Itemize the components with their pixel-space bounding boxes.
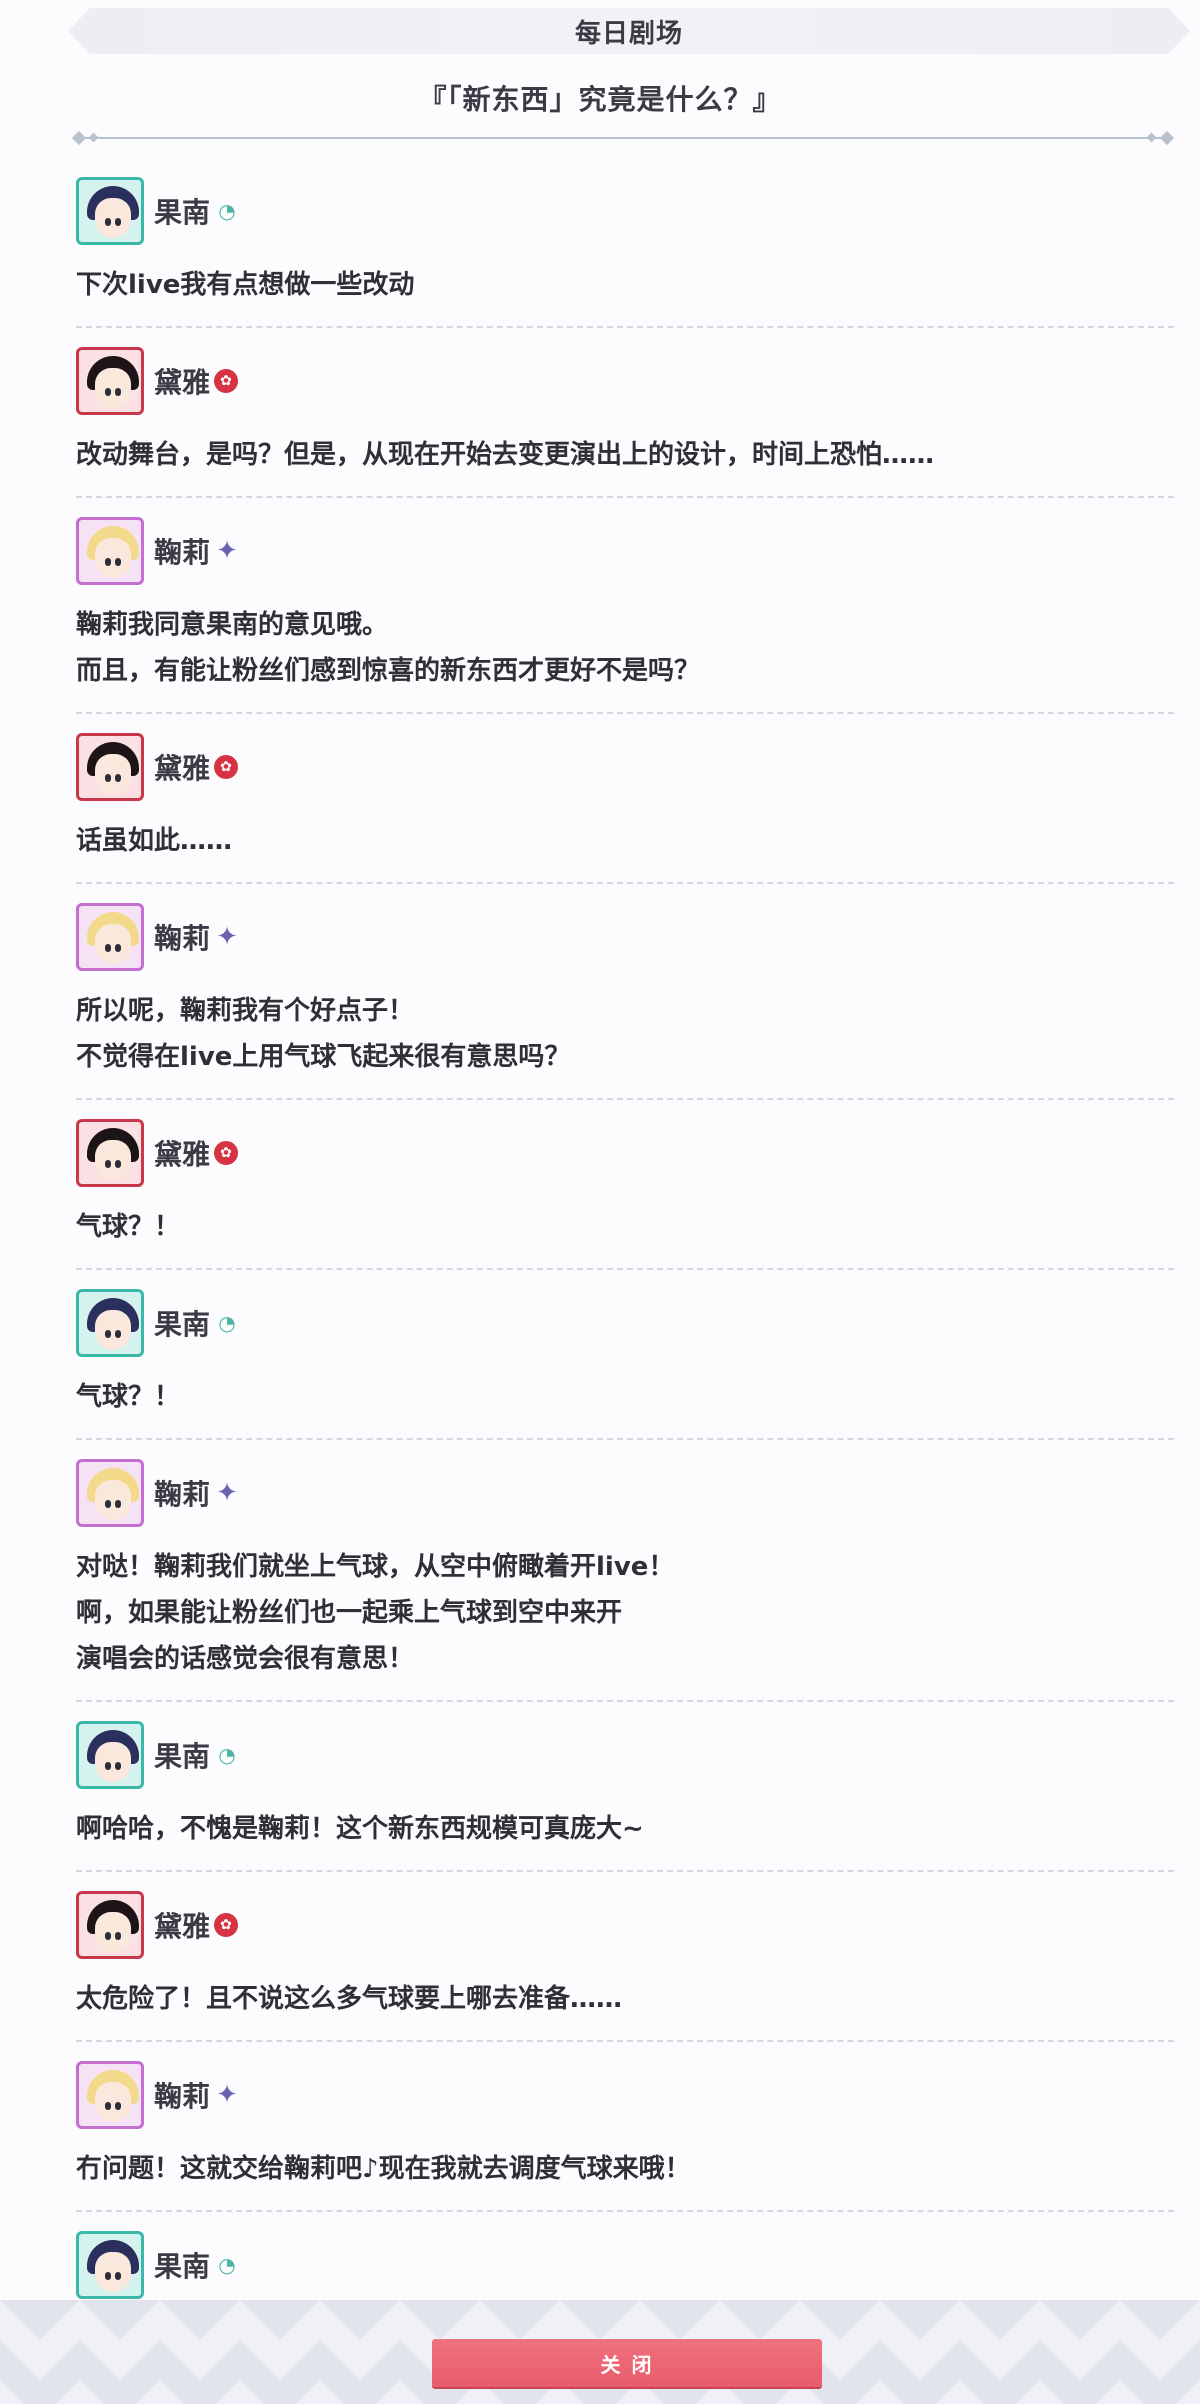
speaker-name: 黛雅 xyxy=(154,752,211,785)
speaker-name: 果南 xyxy=(154,1740,211,1773)
dialogue-line: 啊哈哈，不愧是鞠莉！这个新东西规模可真庞大~ xyxy=(76,1814,644,1844)
speaker-name: 果南 xyxy=(154,1308,211,1341)
divider xyxy=(76,137,1172,139)
dialogue-entry: 果南 ◔ 气球？！ xyxy=(76,1284,1174,1440)
dialogue-line: 太危险了！且不说这么多气球要上哪去准备…… xyxy=(76,1984,623,2014)
dialogue-line: 气球？！ xyxy=(76,1212,181,1242)
speaker-row: 黛雅 ✿ xyxy=(76,1886,1174,1964)
dialogue-text: 话虽如此…… xyxy=(76,818,1174,882)
speaker-row: 鞠莉 ✦ xyxy=(76,898,1174,976)
dialogue-list[interactable]: 果南 ◔ 下次live我有点想做一些改动 黛雅 ✿ 改动舞台，是吗？但是，从现在开始去变更… xyxy=(76,172,1174,2382)
dialogue-text: 冇问题！这就交给鞠莉吧♪现在我就去调度气球来哦！ xyxy=(76,2146,1174,2210)
episode-title: 『「新东西」究竟是什么？』 xyxy=(418,83,782,116)
dialogue-entry: 果南 ◔ 下次live我有点想做一些改动 xyxy=(76,172,1174,328)
dialogue-line: 不觉得在live上用气球飞起来很有意思吗？ xyxy=(76,1042,571,1072)
divider-ornament-icon xyxy=(1146,132,1157,143)
speaker-name: 黛雅 xyxy=(154,1910,211,1943)
divider-ornament-icon xyxy=(71,130,87,146)
camellia-icon: ✿ xyxy=(214,1913,239,1937)
speaker-row: 黛雅 ✿ xyxy=(76,728,1174,806)
dialogue-entry: 黛雅 ✿ 话虽如此…… xyxy=(76,728,1174,884)
speaker-row: 黛雅 ✿ xyxy=(76,342,1174,420)
dialogue-entry: 黛雅 ✿ 气球？！ xyxy=(76,1114,1174,1270)
dialogue-text: 所以呢，鞠莉我有个好点子！ 不觉得在live上用气球飞起来很有意思吗？ xyxy=(76,988,1174,1098)
camellia-icon: ✿ xyxy=(214,1141,239,1165)
dialogue-line: 改动舞台，是吗？但是，从现在开始去变更演出上的设计，时间上恐怕…… xyxy=(76,440,935,470)
sparkle-icon: ✦ xyxy=(216,536,238,566)
speaker-row: 果南 ◔ xyxy=(76,2226,1174,2304)
dialogue-text: 太危险了！且不说这么多气球要上哪去准备…… xyxy=(76,1976,1174,2040)
header-bar: 每日剧场 xyxy=(68,8,1190,54)
speaker-row: 果南 ◔ xyxy=(76,172,1174,250)
dialogue-line: 啊，如果能让粉丝们也一起乘上气球到空中来开 xyxy=(76,1598,623,1628)
dialogue-line: 而且，有能让粉丝们感到惊喜的新东西才更好不是吗？ xyxy=(76,656,701,686)
avatar-mari xyxy=(76,903,144,971)
speaker-name: 鞠莉 xyxy=(154,536,211,569)
avatar-dia xyxy=(76,1119,144,1187)
speaker-row: 鞠莉 ✦ xyxy=(76,512,1174,590)
dialogue-line: 对哒！鞠莉我们就坐上气球，从空中俯瞰着开live！ xyxy=(76,1552,675,1582)
speaker-row: 鞠莉 ✦ xyxy=(76,2056,1174,2134)
avatar-kanan xyxy=(76,2231,144,2299)
dialogue-text: 气球？！ xyxy=(76,1204,1174,1268)
dolphin-icon: ◔ xyxy=(218,1311,236,1335)
avatar-kanan xyxy=(76,1289,144,1357)
dolphin-icon: ◔ xyxy=(218,1743,236,1767)
dialogue-text: 气球？！ xyxy=(76,1374,1174,1438)
avatar-mari xyxy=(76,1459,144,1527)
divider-ornament-icon xyxy=(1159,130,1175,146)
sparkle-icon: ✦ xyxy=(216,922,238,952)
dialogue-line: 气球？！ xyxy=(76,1382,181,1412)
avatar-mari xyxy=(76,517,144,585)
close-button[interactable]: 关 闭 xyxy=(432,2339,822,2387)
dialogue-entry: 果南 ◔ 啊哈哈，不愧是鞠莉！这个新东西规模可真庞大~ xyxy=(76,1716,1174,1872)
dialogue-text: 对哒！鞠莉我们就坐上气球，从空中俯瞰着开live！ 啊，如果能让粉丝们也一起乘上气… xyxy=(76,1544,1174,1700)
avatar-kanan xyxy=(76,177,144,245)
speaker-name: 鞠莉 xyxy=(154,2080,211,2113)
dialogue-entry: 黛雅 ✿ 改动舞台，是吗？但是，从现在开始去变更演出上的设计，时间上恐怕…… xyxy=(76,342,1174,498)
dolphin-icon: ◔ xyxy=(218,2253,236,2277)
speaker-name: 果南 xyxy=(154,196,211,229)
avatar-mari xyxy=(76,2061,144,2129)
dialogue-entry: 黛雅 ✿ 太危险了！且不说这么多气球要上哪去准备…… xyxy=(76,1886,1174,2042)
speaker-name: 鞠莉 xyxy=(154,1478,211,1511)
sparkle-icon: ✦ xyxy=(216,1478,238,1508)
speaker-row: 鞠莉 ✦ xyxy=(76,1454,1174,1532)
speaker-row: 黛雅 ✿ xyxy=(76,1114,1174,1192)
dialogue-text: 改动舞台，是吗？但是，从现在开始去变更演出上的设计，时间上恐怕…… xyxy=(76,432,1174,496)
avatar-dia xyxy=(76,347,144,415)
divider-ornament-icon xyxy=(88,132,99,143)
avatar-dia xyxy=(76,1891,144,1959)
avatar-kanan xyxy=(76,1721,144,1789)
dialogue-line: 话虽如此…… xyxy=(76,826,233,856)
speaker-name: 果南 xyxy=(154,2250,211,2283)
speaker-name: 黛雅 xyxy=(154,366,211,399)
dolphin-icon: ◔ xyxy=(218,199,236,223)
dialogue-line: 冇问题！这就交给鞠莉吧♪现在我就去调度气球来哦！ xyxy=(76,2154,691,2184)
dialogue-line: 演唱会的话感觉会很有意思！ xyxy=(76,1644,415,1674)
speaker-row: 果南 ◔ xyxy=(76,1284,1174,1362)
sparkle-icon: ✦ xyxy=(216,2080,238,2110)
dialogue-line: 鞠莉我同意果南的意见哦。 xyxy=(76,610,389,640)
speaker-name: 黛雅 xyxy=(154,1138,211,1171)
dialogue-line: 下次live我有点想做一些改动 xyxy=(76,270,415,300)
camellia-icon: ✿ xyxy=(214,755,239,779)
daily-theater-page: 每日剧场 『「新东西」究竟是什么？』 果南 ◔ 下次live我有点想做一些改动 黛雅 ✿… xyxy=(0,0,1200,2404)
dialogue-entry: 鞠莉 ✦ 所以呢，鞠莉我有个好点子！ 不觉得在live上用气球飞起来很有意思吗？ xyxy=(76,898,1174,1100)
dialogue-line: 所以呢，鞠莉我有个好点子！ xyxy=(76,996,415,1026)
speaker-row: 果南 ◔ xyxy=(76,1716,1174,1794)
camellia-icon: ✿ xyxy=(214,369,239,393)
dialogue-text: 下次live我有点想做一些改动 xyxy=(76,262,1174,326)
dialogue-entry: 鞠莉 ✦ 对哒！鞠莉我们就坐上气球，从空中俯瞰着开live！ 啊，如果能让粉丝们也一起… xyxy=(76,1454,1174,1702)
dialogue-entry: 鞠莉 ✦ 鞠莉我同意果南的意见哦。而且，有能让粉丝们感到惊喜的新东西才更好不是吗？ xyxy=(76,512,1174,714)
dialogue-text: 鞠莉我同意果南的意见哦。而且，有能让粉丝们感到惊喜的新东西才更好不是吗？ xyxy=(76,602,1174,712)
page-title: 每日剧场 xyxy=(574,18,683,49)
dialogue-entry: 鞠莉 ✦ 冇问题！这就交给鞠莉吧♪现在我就去调度气球来哦！ xyxy=(76,2056,1174,2212)
avatar-dia xyxy=(76,733,144,801)
dialogue-text: 啊哈哈，不愧是鞠莉！这个新东西规模可真庞大~ xyxy=(76,1806,1174,1870)
speaker-name: 鞠莉 xyxy=(154,922,211,955)
